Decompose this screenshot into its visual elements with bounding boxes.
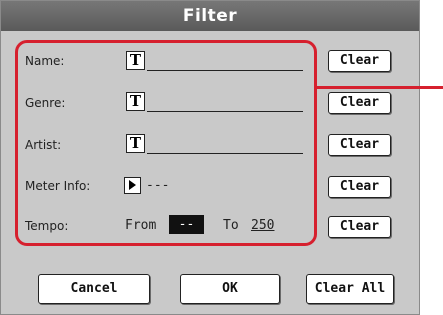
clear-genre-button[interactable]: Clear [328, 92, 391, 114]
clear-tempo-button[interactable]: Clear [328, 216, 391, 238]
clear-meter-button[interactable]: Clear [328, 176, 391, 198]
clear-name-button[interactable]: Clear [328, 50, 391, 72]
cancel-button[interactable]: Cancel [38, 274, 150, 304]
dialog-title: Filter [1, 1, 419, 31]
clear-artist-button[interactable]: Clear [328, 134, 391, 156]
highlight-box [15, 40, 317, 246]
ok-button[interactable]: OK [180, 274, 280, 304]
callout-pointer-line [317, 86, 443, 89]
clear-all-button[interactable]: Clear All [306, 274, 394, 304]
